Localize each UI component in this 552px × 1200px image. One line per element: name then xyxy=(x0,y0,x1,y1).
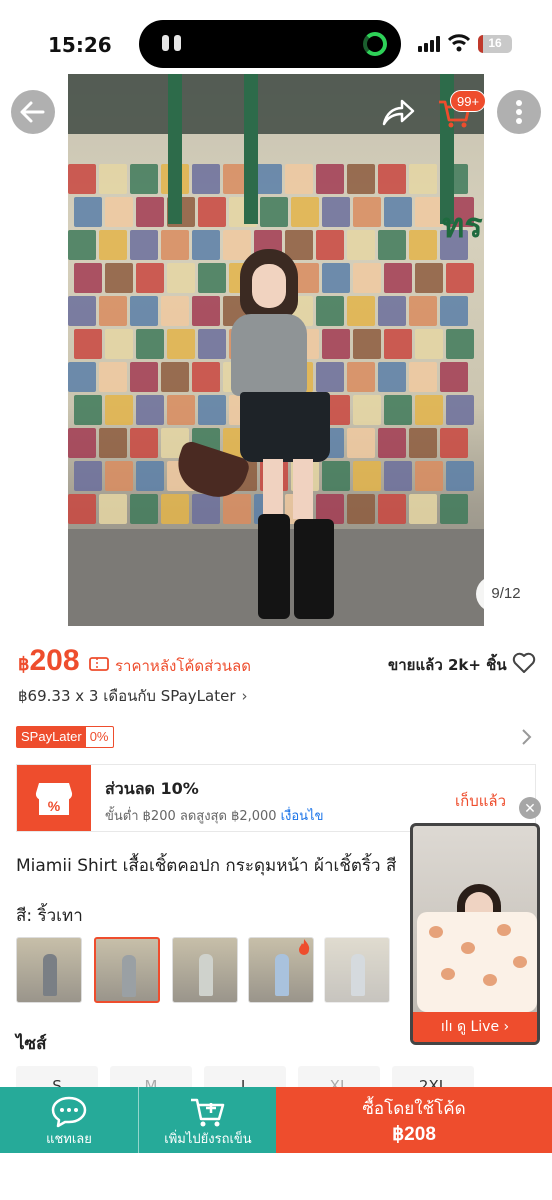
battery-icon: 16 xyxy=(478,35,512,53)
arrow-left-icon xyxy=(20,101,45,123)
model-boot xyxy=(294,519,334,619)
shop-voucher-icon: % xyxy=(35,783,73,815)
heart-icon[interactable] xyxy=(512,652,536,674)
product-image[interactable]: ทรงวาด xyxy=(68,74,484,626)
fire-icon xyxy=(299,939,310,955)
wifi-icon xyxy=(448,34,470,52)
buy-with-code-button[interactable]: ซื้อโดยใช้โค้ด ฿208 xyxy=(276,1087,552,1153)
variant-thumbnail[interactable] xyxy=(248,937,314,1003)
price-after-code-label: ราคาหลังโค้ดส่วนลด xyxy=(115,657,251,675)
coupon-icon xyxy=(89,657,109,671)
battery-percent: 16 xyxy=(488,36,502,50)
voucher-badge: % xyxy=(17,765,91,831)
variant-thumbnail[interactable] xyxy=(16,937,82,1003)
close-icon: ✕ xyxy=(524,800,536,816)
product-name: Miamii Shirt เสื้อเชิ้ตคอปก กระดุมหน้า ผ… xyxy=(16,856,397,876)
spaylater-badge[interactable]: SPayLater 0% xyxy=(16,726,114,748)
dynamic-island xyxy=(139,20,401,68)
voucher-terms-link[interactable]: เงื่อนไข xyxy=(281,809,324,824)
share-icon[interactable] xyxy=(380,96,416,130)
more-button[interactable] xyxy=(497,90,541,134)
activity-ring-icon xyxy=(363,32,387,56)
variant-thumbnail-selected[interactable] xyxy=(94,937,160,1003)
variant-thumbnail[interactable] xyxy=(172,937,238,1003)
chat-icon xyxy=(51,1096,87,1128)
live-bars-icon: ılı xyxy=(440,1019,457,1035)
chevron-right-icon: › xyxy=(241,687,248,705)
buy-label: ซื้อโดยใช้โค้ด xyxy=(362,1099,466,1119)
chevron-right-icon: › xyxy=(499,1019,510,1035)
live-pajama-product xyxy=(417,912,537,1012)
variant-thumbnail-disabled[interactable] xyxy=(324,937,390,1003)
back-button[interactable] xyxy=(11,90,55,134)
status-bar: 15:26 16 xyxy=(0,0,552,74)
buy-price: ฿208 xyxy=(392,1124,436,1145)
voucher-card[interactable]: % ส่วนลด 10% ขั้นต่ำ ฿200 ลดสูงสุด ฿2,00… xyxy=(16,764,536,832)
gate-ironwork xyxy=(68,74,484,134)
chevron-right-icon[interactable] xyxy=(520,728,532,746)
image-counter: 9/12 xyxy=(476,576,536,612)
price-currency: ฿ xyxy=(18,654,30,674)
bottom-action-bar: แชทเลย เพิ่มไปยังรถเข็น ซื้อโดยใช้โค้ด ฿… xyxy=(0,1087,552,1153)
model-boot xyxy=(258,514,290,619)
sold-count: ขายแล้ว 2k+ ชิ้น xyxy=(388,656,507,674)
svg-text:%: % xyxy=(48,798,61,814)
live-preview[interactable]: ılı ดู Live › xyxy=(410,823,540,1045)
close-live-button[interactable]: ✕ xyxy=(519,797,541,819)
size-label: ไซส์ xyxy=(16,1034,47,1054)
voucher-collected: เก็บแล้ว xyxy=(455,792,507,810)
cellular-signal-icon xyxy=(418,36,442,52)
price-value: 208 xyxy=(29,644,80,677)
model-shirt xyxy=(231,314,307,396)
cart-badge: 99+ xyxy=(450,90,487,112)
model-skirt xyxy=(240,392,330,462)
add-to-cart-label: เพิ่มไปยังรถเข็น xyxy=(164,1132,252,1147)
price: ฿208 xyxy=(18,644,80,678)
color-label: สี: ริ้วเทา xyxy=(16,906,83,926)
watch-live-button[interactable]: ılı ดู Live › xyxy=(413,1012,537,1042)
wall-sign: ทรงวาด xyxy=(442,206,484,246)
status-time: 15:26 xyxy=(48,33,112,57)
voucher-condition: ขั้นต่ำ ฿200 ลดสูงสุด ฿2,000 เงื่อนไข xyxy=(105,809,324,824)
add-cart-icon xyxy=(191,1098,225,1127)
more-vertical-icon xyxy=(516,100,522,124)
spaylater-installment[interactable]: ฿69.33 x 3 เดือนกับ SPayLater › xyxy=(18,684,248,708)
voucher-title: ส่วนลด 10% xyxy=(105,779,199,798)
chat-button[interactable]: แชทเลย xyxy=(0,1087,138,1153)
variant-thumbnails xyxy=(16,937,396,1003)
add-to-cart-button[interactable]: เพิ่มไปยังรถเข็น xyxy=(138,1087,276,1153)
airpods-icon xyxy=(162,35,181,51)
chat-label: แชทเลย xyxy=(46,1132,92,1147)
